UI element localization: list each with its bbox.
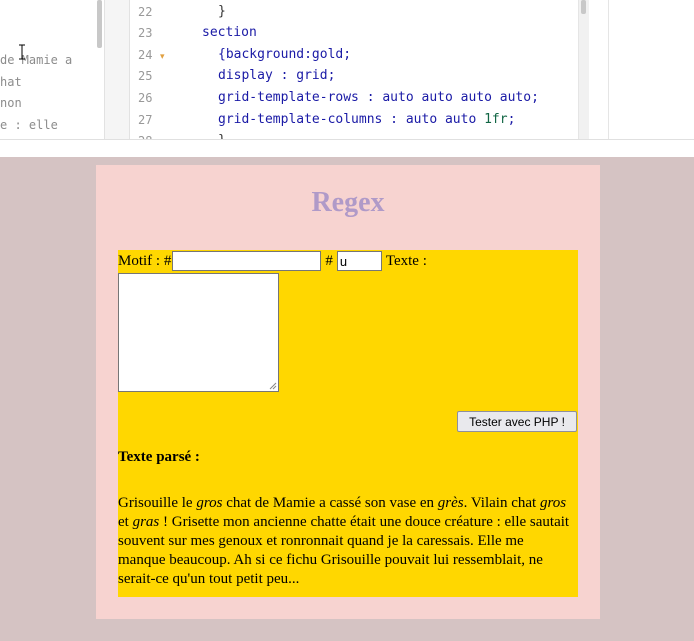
left-pane-line: non — [0, 96, 22, 110]
page-title: Regex — [311, 187, 385, 218]
left-pane-scrollbar[interactable] — [97, 0, 102, 48]
code-editor: de Mamie a hat non e : elle 22 23 24 ▾ 2… — [0, 0, 694, 140]
code-line: {background:gold; — [218, 47, 352, 62]
match-highlight: gros — [196, 495, 223, 511]
texte-textarea[interactable] — [118, 273, 279, 392]
line-number: 25 — [138, 69, 153, 83]
line-number: 26 — [138, 91, 153, 105]
editor-scrollbar-thumb[interactable] — [581, 0, 586, 14]
match-highlight: gras — [132, 514, 160, 530]
hash-label: # — [325, 252, 333, 269]
code-line: } — [218, 4, 226, 19]
code-line: grid-template-rows : auto auto auto auto… — [218, 90, 539, 105]
left-pane-line: hat — [0, 75, 22, 89]
editor-scrollbar-track[interactable] — [578, 0, 589, 140]
match-highlight: grès — [437, 495, 464, 511]
code-line: grid-template-columns : auto auto 1fr; — [218, 112, 515, 127]
modifier-input[interactable] — [336, 251, 382, 271]
pane-splitter[interactable] — [104, 0, 130, 140]
right-editor-pane[interactable] — [608, 0, 694, 140]
regex-form: Motif : # # Texte : Tester avec PHP ! Te… — [118, 250, 578, 597]
parsed-segment: Grisouille le — [118, 495, 197, 511]
preview-separator — [0, 140, 694, 157]
left-pane-line: de Mamie a — [0, 53, 73, 67]
preview-panel: Regex Motif : # # Texte : Tester avec PH… — [96, 165, 600, 619]
motif-label: Motif : # — [118, 252, 172, 269]
resize-grip-icon[interactable] — [268, 381, 277, 390]
parsed-segment: ! Grisette mon ancienne chatte était une… — [118, 514, 570, 587]
parsed-segment: chat de Mamie a cassé son vase en — [222, 495, 438, 511]
motif-input[interactable] — [172, 251, 322, 271]
code-token: } — [218, 4, 226, 19]
line-number-gutter: 22 23 24 ▾ 25 26 27 28 — [128, 0, 168, 140]
line-number: 27 — [138, 113, 153, 127]
code-line: section — [202, 25, 257, 40]
motif-row: Motif : # # Texte : — [118, 250, 427, 272]
code-token: grid-template-columns : auto auto — [218, 112, 485, 127]
line-number: 24 — [138, 48, 153, 62]
match-highlight: gros — [539, 495, 567, 511]
test-php-button[interactable]: Tester avec PHP ! — [457, 411, 577, 432]
code-token: ; — [507, 112, 516, 127]
line-number: 22 — [138, 5, 153, 19]
parsed-text: Grisouille le gros chat de Mamie a cassé… — [118, 494, 573, 589]
left-pane-line: e : elle — [0, 118, 58, 132]
line-number: 23 — [138, 26, 153, 40]
code-line: display : grid; — [218, 68, 336, 83]
text-cursor-icon — [19, 44, 25, 60]
code-token: 1fr — [484, 112, 508, 127]
parsed-segment: et — [118, 514, 133, 530]
fold-arrow-icon[interactable]: ▾ — [160, 51, 165, 62]
texte-label: Texte : — [385, 252, 427, 269]
parsed-segment: . Vilain chat — [463, 495, 540, 511]
left-editor-pane[interactable]: de Mamie a hat non e : elle — [0, 0, 104, 140]
parsed-text-label: Texte parsé : — [118, 449, 200, 465]
